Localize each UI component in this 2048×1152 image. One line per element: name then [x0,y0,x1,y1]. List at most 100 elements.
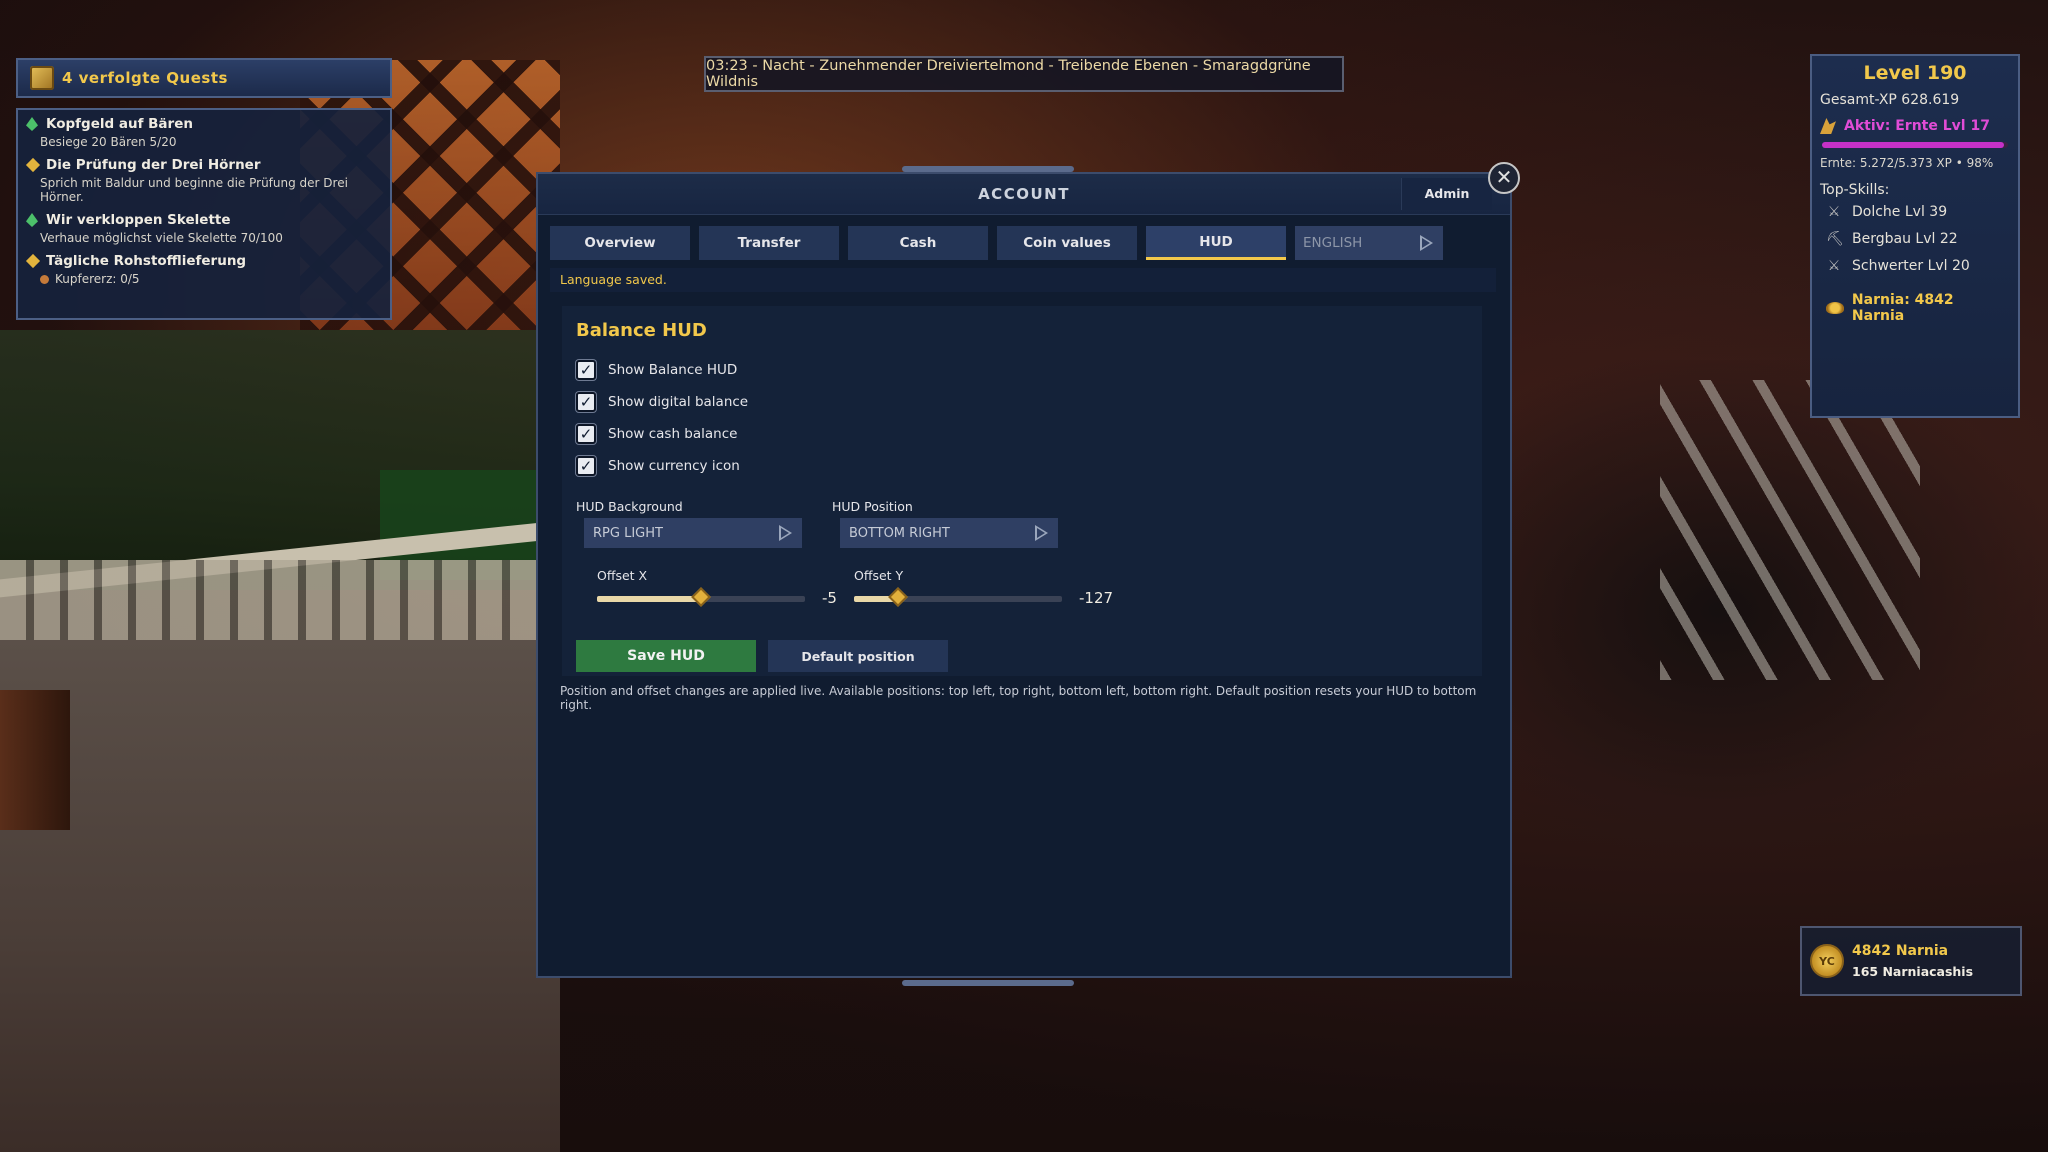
background-railing [0,560,560,640]
quest-list: Kopfgeld auf Bären Besiege 20 Bären 5/20… [16,108,392,320]
checkbox-show-currency-icon[interactable]: ✓ [576,456,596,476]
play-arrow-icon [1035,525,1048,541]
currency-coin-icon: YC [1810,944,1844,978]
status-message: Language saved. [550,268,1496,292]
total-xp: Gesamt-XP 628.619 [1820,92,1960,108]
quest-progress: Sprich mit Baldur und beginne die Prüfun… [40,176,348,204]
checkbox-row[interactable]: ✓ Show cash balance [576,424,737,444]
quest-tracker-header[interactable]: 4 verfolgte Quests [16,58,392,98]
quest-title: Tägliche Rohstofflieferung [46,253,247,269]
tab-overview[interactable]: Overview [550,226,690,260]
offset-x-value: -5 [822,589,837,607]
checkbox-label: Show digital balance [608,394,749,410]
harvest-icon [1820,118,1836,134]
green-crystal-icon [26,213,38,227]
close-icon: ✕ [1495,165,1513,189]
quest-item[interactable]: Die Prüfung der Drei Hörner Sprich mit B… [25,157,382,204]
skill-item: ⛏ Bergbau Lvl 22 [1826,231,2010,247]
quest-item[interactable]: Wir verkloppen Skelette Verhaue möglichs… [26,212,382,245]
narnia-balance: Narnia: 4842 Narnia [1851,292,1954,324]
xp-progress-fill [1822,142,2005,148]
hud-position-value: BOTTOM RIGHT [849,525,950,541]
modal-title: ACCOUNT [978,185,1070,203]
background-bench [0,690,70,830]
quest-item[interactable]: Tägliche Rohstofflieferung Kupfererz: 0/… [25,253,382,286]
admin-button[interactable]: Admin [1401,178,1492,210]
play-arrow-icon [1420,235,1433,251]
xp-progress-bar [1822,142,2008,148]
offset-y-label: Offset Y [854,568,904,583]
checkbox-row[interactable]: ✓ Show Balance HUD [576,360,737,380]
save-hud-button[interactable]: Save HUD [576,640,756,672]
level-title: Level 190 [1863,62,1967,84]
default-position-button[interactable]: Default position [768,640,948,672]
hud-background-value: RPG LIGHT [593,525,663,541]
balance-hud: YC 4842 Narnia 165 Narniacashis [1800,926,2022,996]
modal-titlebar: ACCOUNT Admin [538,174,1510,215]
hud-position-label: HUD Position [832,499,913,514]
skill-label: Bergbau Lvl 22 [1852,231,1958,247]
green-crystal-icon [26,117,38,131]
offset-y-slider[interactable] [854,587,1062,607]
gold-quest-icon [25,157,41,173]
tab-coin-values[interactable]: Coin values [997,226,1137,260]
quest-progress: Verhaue möglichst viele Skelette 70/100 [40,231,283,245]
skill-item: ⚔ Dolche Lvl 39 [1826,204,2010,220]
quest-item[interactable]: Kopfgeld auf Bären Besiege 20 Bären 5/20 [26,116,382,149]
quest-title: Kopfgeld auf Bären [46,116,193,132]
hud-position-select[interactable]: BOTTOM RIGHT [840,518,1058,548]
play-arrow-icon [779,525,792,541]
tab-hud[interactable]: HUD [1146,226,1286,260]
sword-icon: ⚔ [1827,258,1841,274]
dagger-icon: ⚔ [1827,204,1841,220]
offset-x-label: Offset X [597,568,648,583]
language-select[interactable]: ENGLISH [1295,226,1443,260]
checkbox-label: Show cash balance [608,426,738,442]
background-floor [0,640,560,1152]
xp-detail: Ernte: 5.272/5.373 XP • 98% [1820,156,1994,170]
offset-x-fill [597,596,701,602]
cash-balance: 165 Narniacashis [1852,964,1974,979]
quest-progress: Besiege 20 Bären 5/20 [40,135,177,149]
gold-quest-icon [25,253,41,269]
background-stair-rail [1660,380,1920,680]
checkbox-row[interactable]: ✓ Show currency icon [576,456,740,476]
close-button[interactable]: ✕ [1488,162,1520,194]
time-location-bar: 03:23 - Nacht - Zunehmender Dreiviertelm… [704,56,1344,92]
checkbox-label: Show Balance HUD [608,362,738,378]
section-title: Balance HUD [576,320,707,341]
language-value: ENGLISH [1303,235,1363,251]
quest-tracker-title: 4 verfolgte Quests [62,69,228,87]
checkbox-show-cash-balance[interactable]: ✓ [576,424,596,444]
checkbox-label: Show currency icon [608,458,740,474]
skill-label: Dolche Lvl 39 [1852,204,1948,220]
skill-label: Schwerter Lvl 20 [1852,258,1970,274]
coin-pile-icon [1826,302,1844,314]
modal-ornament [902,980,1074,986]
tab-bar: Overview Transfer Cash Coin values HUD E… [550,226,1443,260]
checkbox-show-balance-hud[interactable]: ✓ [576,360,596,380]
help-text: Position and offset changes are applied … [560,684,1477,712]
quest-title: Die Prüfung der Drei Hörner [46,157,261,173]
quest-progress: Kupfererz: 0/5 [55,272,140,286]
active-skill: Aktiv: Ernte Lvl 17 [1844,118,1990,134]
hud-background-label: HUD Background [576,499,683,514]
scroll-icon [30,66,54,90]
balance-hud-settings: Balance HUD ✓ Show Balance HUD ✓ Show di… [562,306,1482,676]
quest-title: Wir verkloppen Skelette [46,212,231,228]
offset-y-handle[interactable] [887,587,908,607]
offset-x-slider[interactable] [597,587,805,607]
checkbox-show-digital-balance[interactable]: ✓ [576,392,596,412]
offset-x-handle[interactable] [691,587,711,607]
account-modal: ACCOUNT Admin Overview Transfer Cash Coi… [536,172,1512,978]
checkbox-row[interactable]: ✓ Show digital balance [576,392,748,412]
tab-transfer[interactable]: Transfer [699,226,839,260]
offset-y-value: -127 [1079,589,1114,607]
tab-cash[interactable]: Cash [848,226,988,260]
skill-item: ⚔ Schwerter Lvl 20 [1826,258,2010,274]
level-panel: Level 190 Gesamt-XP 628.619 Aktiv: Ernte… [1810,54,2020,418]
digital-balance: 4842 Narnia [1852,943,1949,959]
copper-ore-icon [40,274,49,284]
time-location-text: 03:23 - Nacht - Zunehmender Dreiviertelm… [706,58,1311,90]
hud-background-select[interactable]: RPG LIGHT [584,518,802,548]
